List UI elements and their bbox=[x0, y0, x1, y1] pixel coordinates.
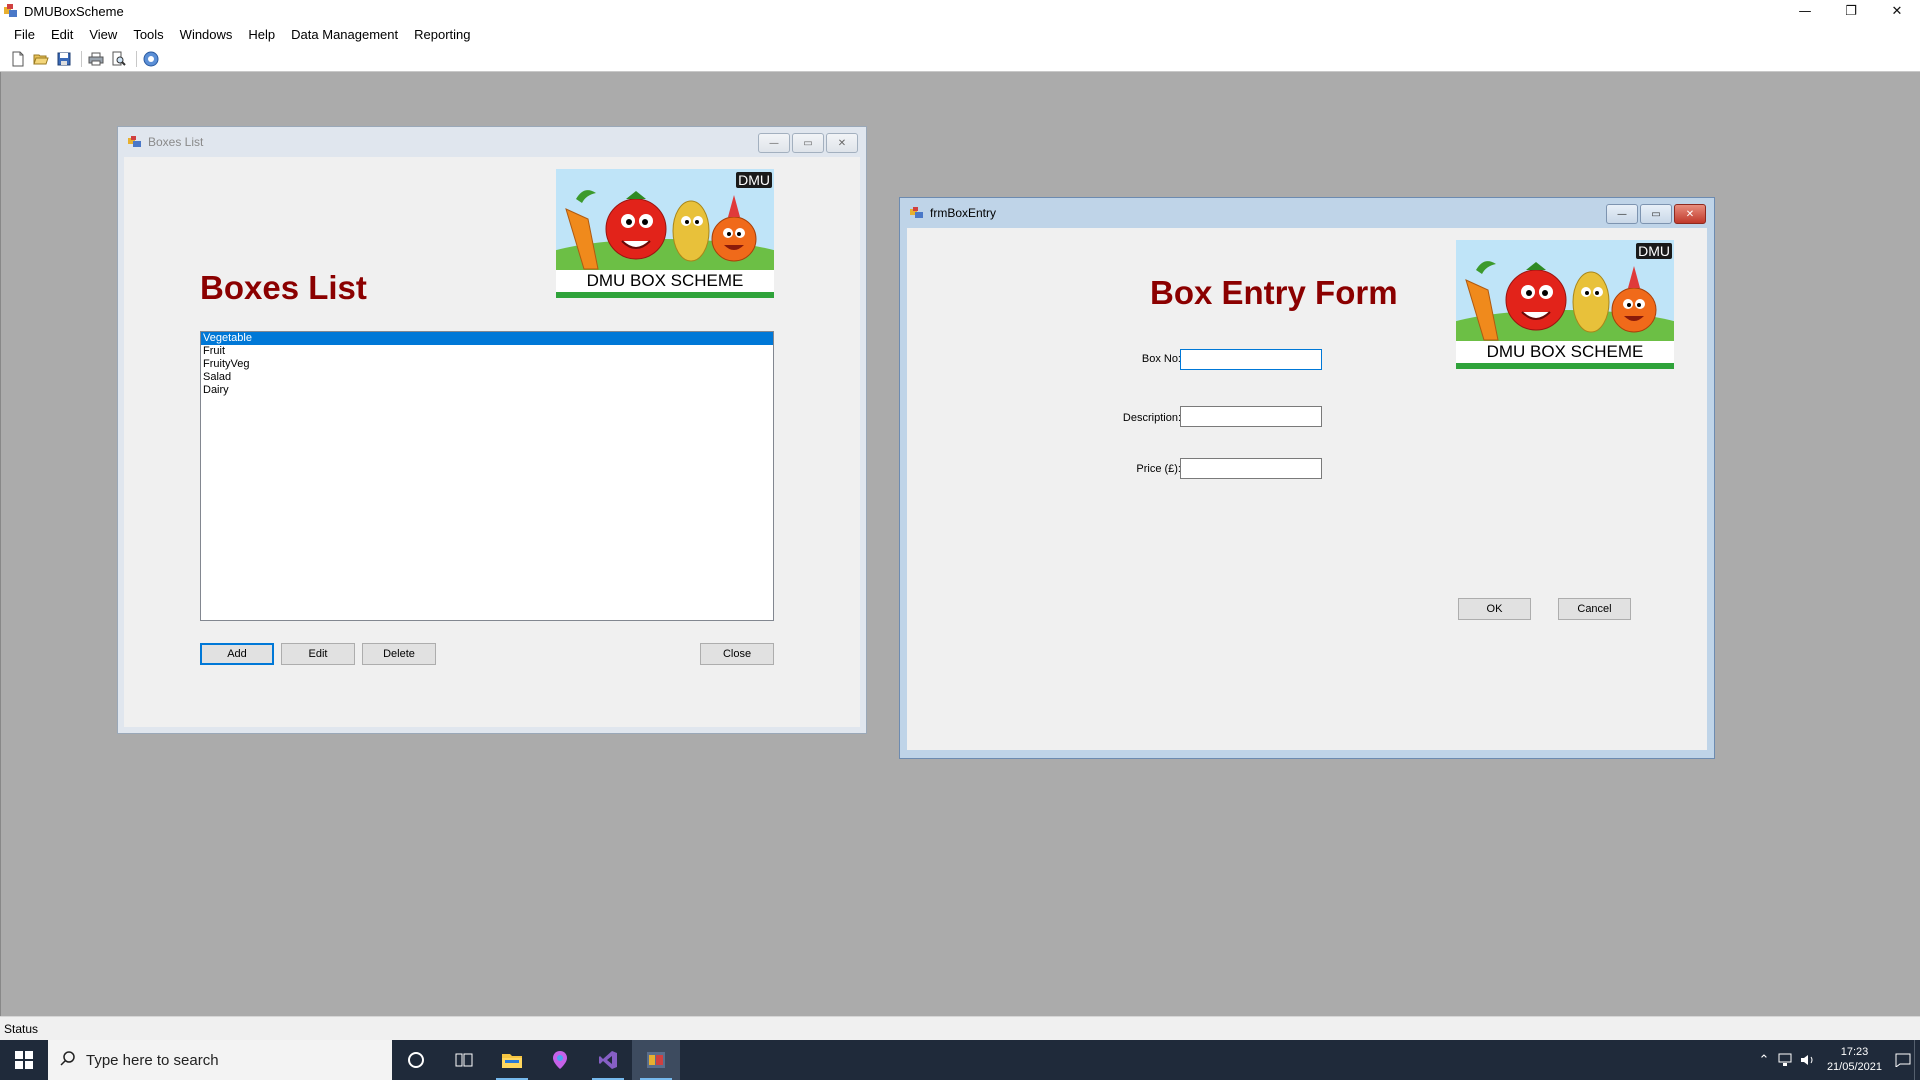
box-entry-window-title: frmBoxEntry bbox=[930, 206, 997, 220]
maximize-button[interactable]: ▭ bbox=[1640, 204, 1672, 224]
logo-caption: DMU BOX SCHEME bbox=[556, 270, 774, 292]
clock-date: 21/05/2021 bbox=[1826, 1061, 1882, 1073]
show-desktop-button[interactable] bbox=[1914, 1040, 1920, 1080]
print-preview-icon[interactable] bbox=[109, 49, 129, 69]
list-item[interactable]: Salad bbox=[201, 371, 773, 384]
boxes-list-window-title: Boxes List bbox=[148, 135, 204, 149]
list-item[interactable]: Vegetable bbox=[201, 332, 773, 345]
box-no-label: Box No: bbox=[1141, 353, 1181, 365]
menu-windows[interactable]: Windows bbox=[172, 27, 241, 42]
cancel-button[interactable]: Cancel bbox=[1558, 598, 1631, 620]
taskbar-clock[interactable]: 17:23 21/05/2021 bbox=[1819, 1045, 1892, 1075]
print-icon[interactable] bbox=[86, 49, 106, 69]
toolbar-separator bbox=[81, 50, 82, 67]
restore-button[interactable]: ❐ bbox=[1828, 0, 1874, 22]
status-bar: Status bbox=[0, 1016, 1920, 1040]
price-field[interactable] bbox=[1180, 458, 1322, 479]
taskbar-search-box[interactable]: Type here to search bbox=[48, 1040, 392, 1080]
close-form-button[interactable]: Close bbox=[700, 643, 774, 665]
dmu-logo: DMU DMU BOX SCHEME bbox=[556, 169, 774, 298]
add-button[interactable]: Add bbox=[200, 643, 274, 665]
menu-tools[interactable]: Tools bbox=[125, 27, 171, 42]
price-label: Price (£): bbox=[1136, 463, 1181, 475]
close-button[interactable]: ✕ bbox=[1874, 0, 1920, 22]
list-item[interactable]: Fruit bbox=[201, 345, 773, 358]
search-icon bbox=[60, 1050, 76, 1070]
logo-tag: DMU bbox=[1636, 243, 1672, 259]
boxes-listbox[interactable]: Vegetable Fruit FruityVeg Salad Dairy bbox=[200, 331, 774, 621]
minimize-button[interactable]: — bbox=[758, 133, 790, 153]
maps-icon[interactable] bbox=[536, 1040, 584, 1080]
chevron-up-icon[interactable]: ⌃ bbox=[1753, 1052, 1775, 1068]
description-label: Description: bbox=[1122, 412, 1181, 424]
dmu-logo: DMU DMU BOX SCHEME bbox=[1456, 240, 1674, 369]
mdi-workspace: Boxes List — ▭ ✕ DMU DMU BOX SCHEME Boxe… bbox=[0, 72, 1920, 1016]
toolbar-separator bbox=[136, 50, 137, 67]
box-entry-window: frmBoxEntry — ▭ ✕ DMU DMU BOX SCHEME Box… bbox=[899, 197, 1715, 759]
help-icon[interactable] bbox=[141, 49, 161, 69]
windows-start-icon[interactable] bbox=[0, 1040, 48, 1080]
logo-caption: DMU BOX SCHEME bbox=[1456, 341, 1674, 363]
logo-tag: DMU bbox=[736, 172, 772, 188]
minimize-button[interactable]: — bbox=[1782, 0, 1828, 22]
page-title: Box Entry Form bbox=[1150, 274, 1398, 311]
form-icon bbox=[128, 136, 142, 148]
form-icon bbox=[910, 207, 924, 219]
menu-view[interactable]: View bbox=[81, 27, 125, 42]
logo-stripe bbox=[1456, 363, 1674, 369]
boxes-list-title-bar: Boxes List bbox=[118, 127, 866, 157]
ok-button[interactable]: OK bbox=[1458, 598, 1531, 620]
page-title: Boxes List bbox=[200, 269, 367, 306]
system-tray: ⌃ 17:23 21/05/2021 bbox=[1753, 1040, 1920, 1080]
maximize-button[interactable]: ▭ bbox=[792, 133, 824, 153]
visual-studio-icon[interactable] bbox=[584, 1040, 632, 1080]
status-text: Status bbox=[4, 1021, 39, 1036]
clock-time: 17:23 bbox=[1840, 1046, 1869, 1058]
new-icon[interactable] bbox=[8, 49, 28, 69]
description-field[interactable] bbox=[1180, 406, 1322, 427]
taskbar: Type here to search ⌃ 17:23 21/05/2021 bbox=[0, 1040, 1920, 1080]
menu-bar: File Edit View Tools Windows Help Data M… bbox=[0, 22, 1920, 46]
dmu-app-icon[interactable] bbox=[632, 1040, 680, 1080]
delete-button[interactable]: Delete bbox=[362, 643, 436, 665]
file-explorer-icon[interactable] bbox=[488, 1040, 536, 1080]
box-no-field[interactable] bbox=[1180, 349, 1322, 370]
list-item[interactable]: Dairy bbox=[201, 384, 773, 397]
menu-file[interactable]: File bbox=[6, 27, 43, 42]
minimize-button[interactable]: — bbox=[1606, 204, 1638, 224]
list-item[interactable]: FruityVeg bbox=[201, 358, 773, 371]
task-view-icon[interactable] bbox=[440, 1040, 488, 1080]
open-icon[interactable] bbox=[31, 49, 51, 69]
app-title-bar: DMUBoxScheme — ❐ ✕ bbox=[0, 0, 1920, 22]
menu-help[interactable]: Help bbox=[240, 27, 283, 42]
box-entry-title-bar: frmBoxEntry bbox=[900, 198, 1714, 228]
app-icon bbox=[4, 4, 18, 18]
search-placeholder: Type here to search bbox=[86, 1051, 219, 1069]
app-title: DMUBoxScheme bbox=[24, 3, 124, 19]
edit-button[interactable]: Edit bbox=[281, 643, 355, 665]
close-button[interactable]: ✕ bbox=[1674, 204, 1706, 224]
notifications-icon[interactable] bbox=[1892, 1053, 1914, 1067]
save-icon[interactable] bbox=[54, 49, 74, 69]
boxes-list-window: Boxes List — ▭ ✕ DMU DMU BOX SCHEME Boxe… bbox=[117, 126, 867, 734]
logo-stripe bbox=[556, 292, 774, 298]
network-icon[interactable] bbox=[1775, 1053, 1797, 1067]
volume-icon[interactable] bbox=[1797, 1053, 1819, 1067]
toolbar bbox=[0, 46, 1920, 72]
menu-reporting[interactable]: Reporting bbox=[406, 27, 478, 42]
menu-data-management[interactable]: Data Management bbox=[283, 27, 406, 42]
close-button[interactable]: ✕ bbox=[826, 133, 858, 153]
boxes-list-client-area: DMU DMU BOX SCHEME Boxes List Vegetable … bbox=[124, 157, 860, 727]
cortana-icon[interactable] bbox=[392, 1040, 440, 1080]
box-entry-client-area: DMU DMU BOX SCHEME Box Entry Form Box No… bbox=[907, 228, 1707, 750]
menu-edit[interactable]: Edit bbox=[43, 27, 81, 42]
